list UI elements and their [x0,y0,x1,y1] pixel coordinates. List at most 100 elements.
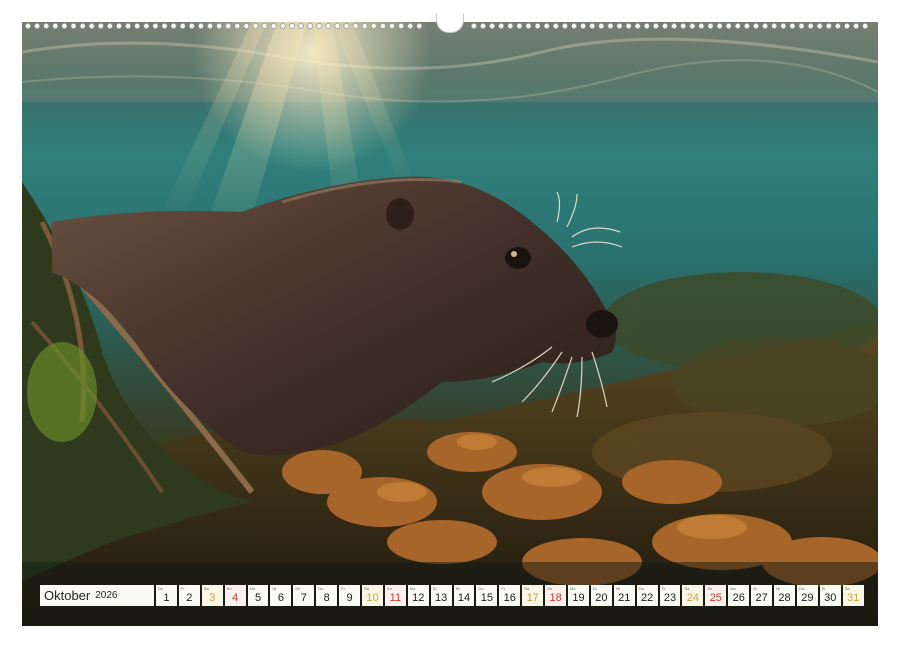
day-number: 13 [435,592,448,604]
calendar-day-cell: Sa 17 [522,585,544,606]
weekday-label: So [707,586,713,591]
weekday-label: Fr [661,586,666,591]
day-number: 26 [732,592,745,604]
binding-hole [225,23,232,29]
binding-hole [170,23,177,29]
day-number: 28 [778,592,791,604]
binding-hole [589,23,596,29]
calendar-day-cell: Fr 2 [178,585,200,606]
weekday-label: Sa [524,586,530,591]
binding-hole [853,23,860,29]
day-number: 20 [595,592,608,604]
binding-hole [288,23,295,29]
calendar-day-cell: Mi 14 [453,585,475,606]
binding-hole [134,23,141,29]
binding-hole [206,23,213,29]
weekday-label: Mi [295,586,300,591]
calendar-day-cell: Do 22 [636,585,658,606]
calendar-day-cell: Di 6 [270,585,292,606]
calendar-day-cell: Sa 24 [682,585,704,606]
weekday-label: Mi [455,586,460,591]
calendar-day-cell: Do 15 [476,585,498,606]
binding-hole [789,23,796,29]
binding-hole [698,23,705,29]
calendar-day-cell: Do 1 [156,585,177,606]
calendar-day-cell: Fr 9 [339,585,361,606]
weekday-label: Di [753,586,757,591]
binding-hole [643,23,650,29]
calendar-page: Oktober 2026 Do 1 Fr 2 Sa 3 So 4 Mo 5 Di 6 Mi 7 Do 8 Fr 9… [0,0,899,648]
day-number: 15 [480,592,494,604]
binding-hole [825,23,832,29]
binding-hole [398,23,405,29]
binding-hole [416,23,423,29]
calendar-day-cell: Fr 16 [499,585,521,606]
weekday-label: Fr [180,586,185,591]
calendar-day-cell: Di 20 [590,585,612,606]
binding-hole [252,23,259,29]
day-number: 1 [163,592,170,604]
month-label-box: Oktober 2026 [40,585,154,606]
binding-hole [334,23,341,29]
weekday-label: Fr [341,586,345,591]
weekday-label: Mo [570,586,576,591]
binding-hole [662,23,669,29]
weekday-label: Do [478,586,484,591]
binding-hole [34,23,41,29]
calendar-day-cell: So 25 [705,585,727,606]
weekday-label: Di [592,586,597,591]
binding-hole [844,23,851,29]
binding-hole [216,23,223,29]
calendar-day-cell: Sa 3 [201,585,223,606]
binding-hole [279,23,286,29]
day-number: 16 [503,592,516,604]
day-number: 31 [847,592,860,604]
day-number: 8 [323,592,330,604]
calendar-days: Do 1 Fr 2 Sa 3 So 4 Mo 5 Di 6 Mi 7 Do 8 Fr 9 Sa 10 So 11 Mo 12 D… [156,585,866,606]
weekday-label: So [386,586,392,591]
binding-hole [598,23,605,29]
calendar-day-cell: Mo 26 [728,585,750,606]
weekday-label: Mi [615,586,621,591]
calendar-day-cell: Mi 7 [293,585,315,606]
binding-hole [753,23,760,29]
binding-hole [743,23,750,29]
binding-hole [106,23,113,29]
binding-hole [816,23,823,29]
binding-hole [343,23,350,29]
weekday-label: Do [638,586,644,591]
binding-hole [179,23,186,29]
binding-hole [197,23,204,29]
day-number: 21 [618,592,631,604]
binding-hole [388,23,395,29]
weekday-label: Mo [730,586,736,591]
day-number: 17 [526,592,539,604]
binding-hole [307,23,314,29]
binding-hole [52,23,59,29]
binding-hole [552,23,559,29]
binding-hole [243,23,250,29]
binding-hole [561,23,568,29]
binding-hole [507,23,514,29]
calendar-day-cell: Di 27 [751,585,773,606]
binding-hole [725,23,732,29]
binding-hole [261,23,268,29]
weekday-label: Di [272,586,277,591]
binding-hole [734,23,741,29]
day-number: 4 [232,592,239,604]
weekday-label: Sa [364,586,369,591]
binding-hole [680,23,687,29]
day-number: 19 [572,592,585,604]
weekday-label: Do [798,586,805,591]
binding-hole [616,23,623,29]
day-number: 29 [801,592,814,604]
binding-hole [188,23,195,29]
binding-hole [143,23,150,29]
binding-hole [525,23,532,29]
weekday-label: Sa [684,586,690,591]
binding-hole [489,23,496,29]
binding-hole [61,23,68,29]
calendar-day-cell: So 18 [545,585,567,606]
year-label: 2026 [95,590,118,601]
binding-hole [88,23,95,29]
